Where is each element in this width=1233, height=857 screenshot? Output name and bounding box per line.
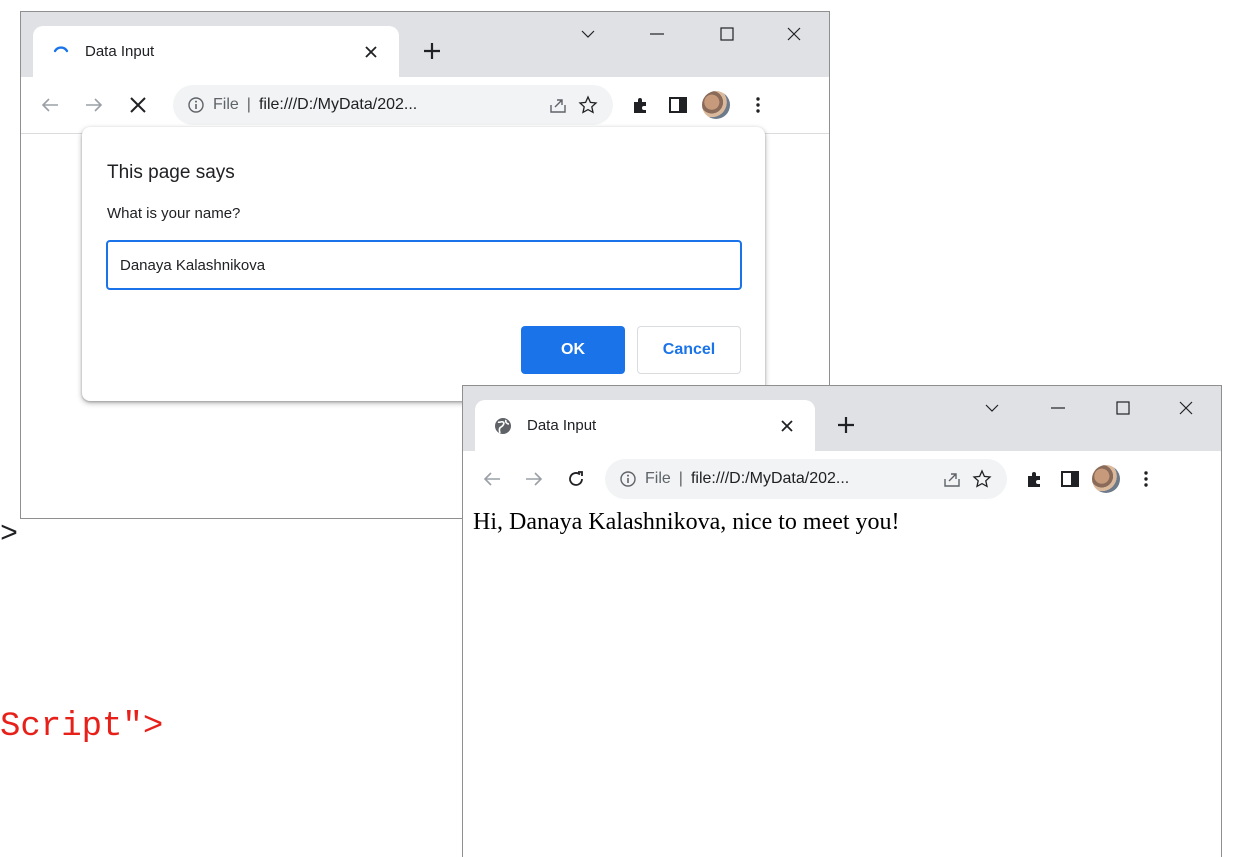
address-bar[interactable]: File | file:///D:/MyData/202...	[173, 85, 613, 125]
page-content: Hi, Danaya Kalashnikova, nice to meet yo…	[463, 501, 1221, 857]
toolbar: File | file:///D:/MyData/202...	[21, 77, 829, 134]
side-panel-icon[interactable]	[1053, 462, 1087, 496]
tab-title: Data Input	[527, 417, 597, 434]
share-icon[interactable]	[543, 96, 573, 114]
url-separator: |	[678, 470, 683, 487]
tab-strip: Data Input	[21, 12, 829, 77]
bookmark-star-icon[interactable]	[573, 95, 603, 115]
info-icon[interactable]	[187, 96, 205, 114]
ok-button[interactable]: OK	[521, 326, 625, 374]
side-panel-icon[interactable]	[661, 88, 695, 122]
cancel-button[interactable]: Cancel	[637, 326, 741, 374]
info-icon[interactable]	[619, 470, 637, 488]
scheme-label: File	[213, 96, 239, 113]
scheme-label: File	[645, 470, 671, 487]
url-separator: |	[246, 96, 251, 113]
name-input[interactable]	[106, 240, 742, 290]
profile-avatar[interactable]	[1089, 462, 1123, 496]
toolbar: File | file:///D:/MyData/202...	[463, 451, 1221, 508]
forward-arrow-icon[interactable]	[77, 88, 111, 122]
forward-arrow-icon[interactable]	[517, 462, 551, 496]
maximize-icon[interactable]	[704, 18, 750, 50]
tab-search-chevron-icon[interactable]	[969, 392, 1015, 424]
close-window-icon[interactable]	[1163, 392, 1209, 424]
share-icon[interactable]	[937, 470, 967, 488]
tab-strip: Data Input	[463, 386, 1221, 451]
close-window-icon[interactable]	[771, 18, 817, 50]
loading-spinner-icon	[51, 42, 71, 62]
dialog-title: This page says	[107, 162, 235, 183]
reload-icon[interactable]	[559, 462, 593, 496]
url-text: file:///D:/MyData/202...	[258, 96, 418, 113]
code-fragment-angle: >	[0, 518, 19, 552]
more-menu-icon[interactable]	[1129, 462, 1163, 496]
minimize-icon[interactable]	[634, 18, 680, 50]
maximize-icon[interactable]	[1100, 392, 1146, 424]
new-tab-button[interactable]	[417, 36, 447, 66]
bookmark-star-icon[interactable]	[967, 469, 997, 489]
new-tab-button[interactable]	[831, 410, 861, 440]
tab-search-chevron-icon[interactable]	[565, 18, 611, 50]
tab-data-input[interactable]: Data Input	[33, 26, 399, 77]
address-bar[interactable]: File | file:///D:/MyData/202...	[605, 459, 1007, 499]
stop-loading-icon[interactable]	[121, 88, 155, 122]
globe-icon	[493, 416, 513, 436]
tab-data-input[interactable]: Data Input	[475, 400, 815, 451]
profile-avatar[interactable]	[699, 88, 733, 122]
browser-window-result: Data Input File | file:///D:/MyData/202.…	[462, 385, 1222, 857]
dialog-message: What is your name?	[107, 205, 241, 222]
extensions-puzzle-icon[interactable]	[1017, 462, 1051, 496]
minimize-icon[interactable]	[1035, 392, 1081, 424]
greeting-text: Hi, Danaya Kalashnikova, nice to meet yo…	[473, 509, 900, 535]
back-arrow-icon[interactable]	[33, 88, 67, 122]
more-menu-icon[interactable]	[741, 88, 775, 122]
back-arrow-icon[interactable]	[475, 462, 509, 496]
code-fragment-script: Script">	[0, 708, 164, 746]
url-text: file:///D:/MyData/202...	[690, 470, 850, 487]
tab-title: Data Input	[85, 43, 155, 60]
prompt-dialog: This page says What is your name? OK Can…	[82, 127, 765, 401]
tab-close-icon[interactable]	[773, 412, 801, 440]
tab-close-icon[interactable]	[357, 38, 385, 66]
extensions-puzzle-icon[interactable]	[623, 88, 657, 122]
